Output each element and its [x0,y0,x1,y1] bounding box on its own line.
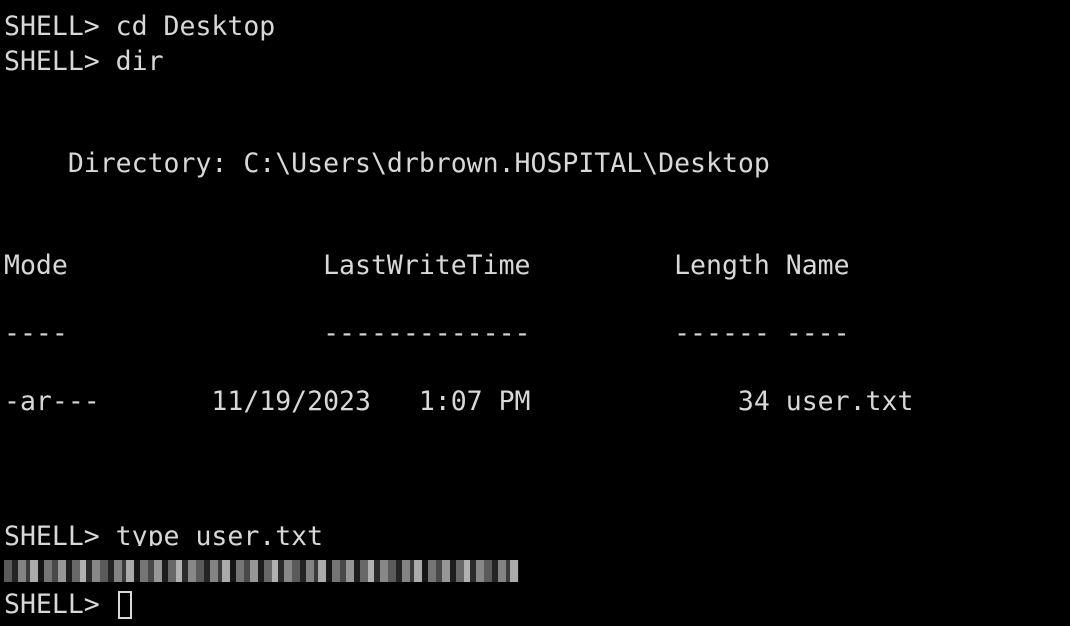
table-header: Mode LastWriteTime Length Name [4,250,850,281]
table-row: -ar--- 11/19/2023 1:07 PM 34 user.txt [4,386,914,417]
terminal-window[interactable]: SHELL> cd Desktop SHELL> dir Directory: … [0,0,1070,626]
active-prompt[interactable]: SHELL> [4,588,132,622]
text-cursor [117,591,132,619]
command-line-type: SHELL> type user.txt [4,521,324,546]
redacted-output [4,560,519,582]
table-separator: ---- ------------- ------ ---- [4,318,850,349]
directory-header: Directory: C:\Users\drbrown.HOSPITAL\Des… [4,148,770,179]
prompt-text: SHELL> [4,589,116,620]
command-line-dir: SHELL> dir [4,46,164,77]
command-line-cd: SHELL> cd Desktop [4,11,276,42]
